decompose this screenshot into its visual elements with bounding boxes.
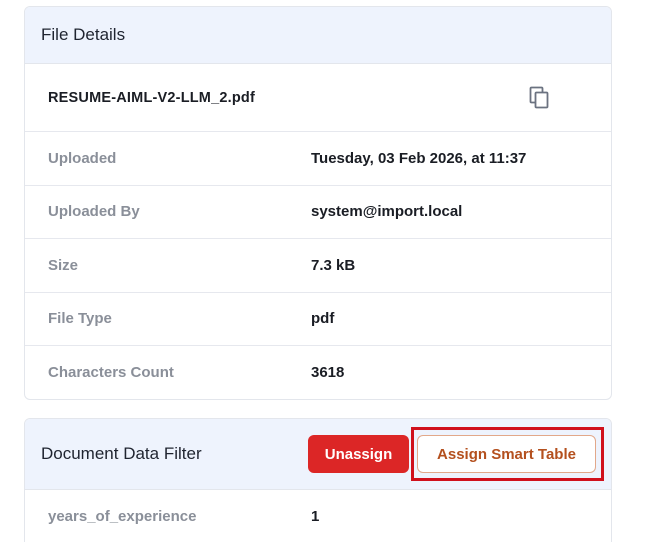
- detail-row-size: Size 7.3 kB: [25, 239, 611, 293]
- filter-row-years-of-experience: years_of_experience 1: [25, 490, 611, 542]
- detail-label: Uploaded By: [48, 203, 140, 221]
- detail-label: Size: [48, 256, 79, 274]
- detail-row-characters-count: Characters Count 3618: [25, 346, 611, 399]
- detail-row-file-type: File Type pdf: [25, 293, 611, 346]
- document-data-filter-header: Document Data Filter Unassign Assign Sma…: [25, 419, 611, 490]
- detail-label: File Type: [48, 310, 112, 328]
- detail-value: system@import.local: [311, 203, 463, 221]
- filter-label: years_of_experience: [48, 508, 197, 526]
- detail-label: Uploaded: [48, 149, 117, 167]
- filter-value: 1: [311, 508, 320, 526]
- unassign-button[interactable]: Unassign: [308, 435, 409, 473]
- file-details-card: File Details RESUME-AIML-V2-LLM_2.pdf Up…: [24, 6, 612, 400]
- file-details-header: File Details: [25, 7, 611, 64]
- detail-row-uploaded-by: Uploaded By system@import.local: [25, 186, 611, 239]
- detail-value: 7.3 kB: [311, 256, 356, 274]
- detail-value: 3618: [311, 364, 345, 382]
- copy-icon[interactable]: [529, 86, 551, 110]
- document-data-filter-card: Document Data Filter Unassign Assign Sma…: [24, 418, 612, 542]
- detail-value: pdf: [311, 310, 335, 328]
- detail-label: Characters Count: [48, 364, 174, 382]
- file-details-title: File Details: [41, 25, 126, 44]
- file-name: RESUME-AIML-V2-LLM_2.pdf: [48, 89, 255, 106]
- detail-row-uploaded: Uploaded Tuesday, 03 Feb 2026, at 11:37: [25, 132, 611, 186]
- detail-value: Tuesday, 03 Feb 2026, at 11:37: [311, 149, 527, 167]
- assign-smart-table-button[interactable]: Assign Smart Table: [417, 435, 596, 473]
- document-data-filter-title: Document Data Filter: [41, 444, 202, 463]
- file-name-row: RESUME-AIML-V2-LLM_2.pdf: [25, 64, 611, 132]
